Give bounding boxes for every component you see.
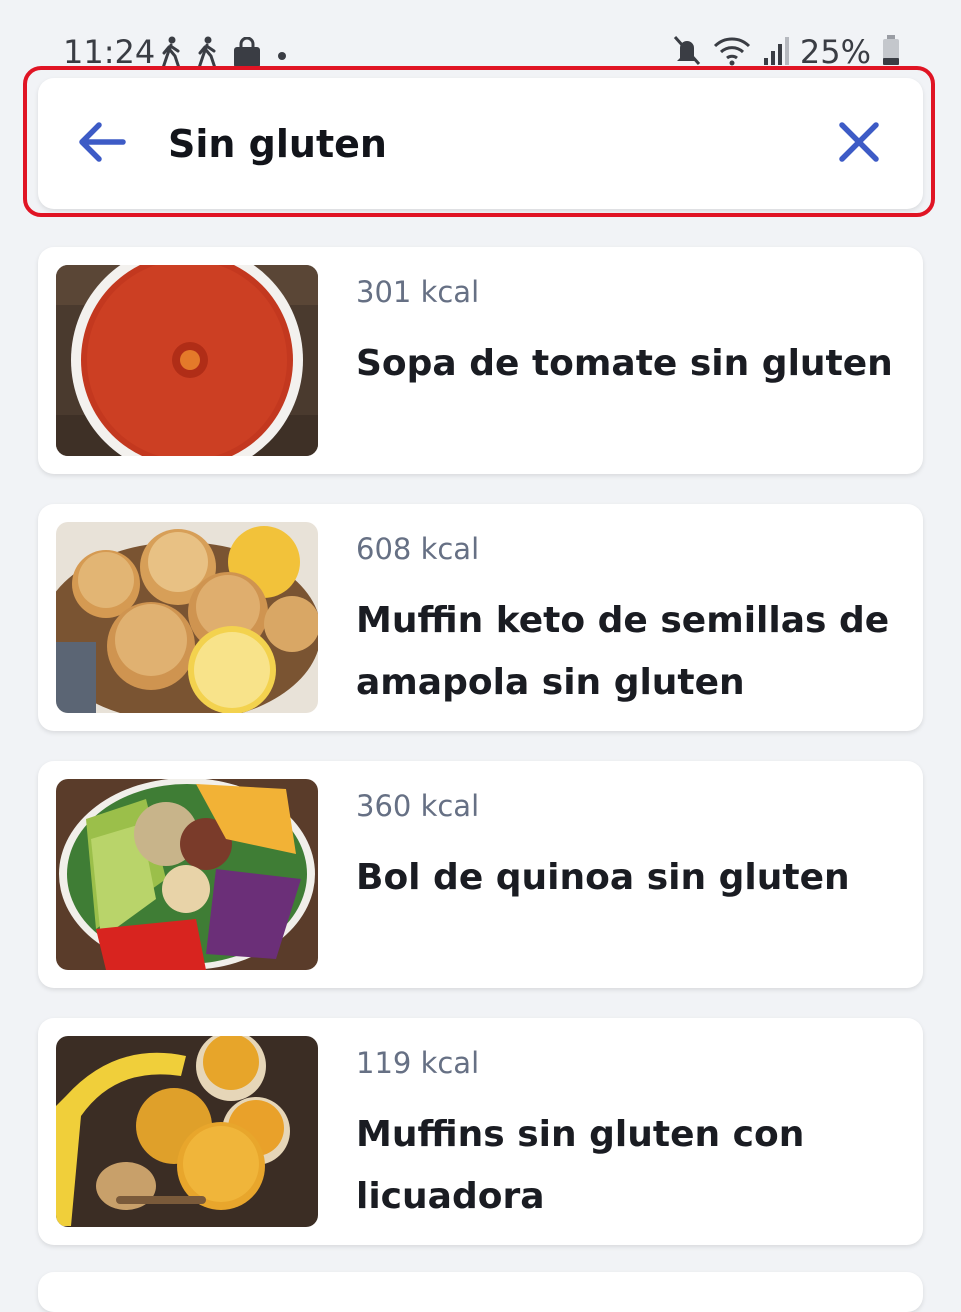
mute-icon (672, 34, 702, 70)
battery-icon (881, 34, 901, 70)
recipe-title: Bol de quinoa sin gluten (356, 857, 850, 898)
poppy-seed-muffins-photo (56, 522, 318, 713)
search-highlight-frame (23, 66, 935, 217)
recipe-title: Muffins sin gluten con licuadora (356, 1114, 805, 1217)
recipe-card[interactable]: 360 kcal Bol de quinoa sin gluten (38, 761, 923, 988)
recipe-kcal: 608 kcal (356, 532, 480, 566)
banana-muffins-photo (56, 1036, 318, 1227)
recipe-kcal: 119 kcal (356, 1046, 480, 1080)
recipe-kcal: 301 kcal (356, 275, 480, 309)
recipe-title: Sopa de tomate sin gluten (356, 343, 893, 384)
recipe-kcal: 360 kcal (356, 789, 480, 823)
recipe-card[interactable]: 301 kcal Sopa de tomate sin gluten (38, 247, 923, 474)
recipe-card[interactable]: 608 kcal Muffin keto de semillas de amap… (38, 504, 923, 731)
status-bar: 11:24 25% (0, 0, 961, 72)
tomato-soup-photo (56, 265, 318, 456)
signal-icon (762, 34, 790, 70)
wifi-icon (712, 34, 752, 70)
quinoa-bowl-photo (56, 779, 318, 970)
recipe-card-partial[interactable] (38, 1272, 923, 1312)
recipe-card[interactable]: 119 kcal Muffins sin gluten con licuador… (38, 1018, 923, 1245)
recipe-title: Muffin keto de semillas de amapola sin g… (356, 600, 890, 703)
